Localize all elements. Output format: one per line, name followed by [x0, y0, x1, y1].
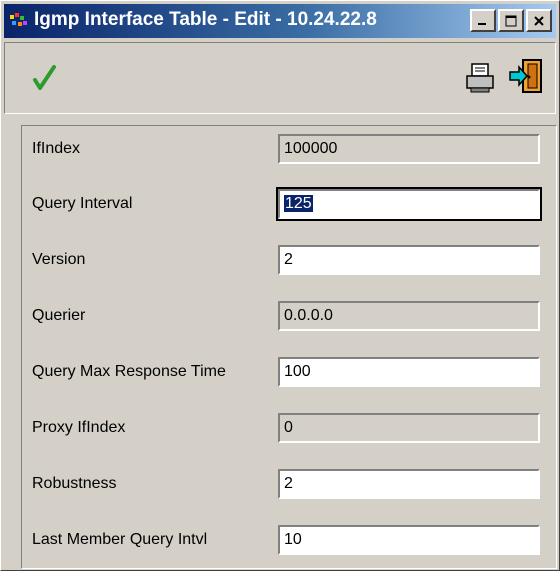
proxy-ifindex-label: Proxy IfIndex [32, 419, 126, 436]
form-row-query-max-response-time: Query Max Response Time 100 [22, 357, 556, 389]
query-max-response-time-label: Query Max Response Time [32, 363, 226, 380]
minimize-icon [478, 22, 486, 25]
close-button[interactable] [526, 9, 552, 32]
maximize-button[interactable] [498, 9, 524, 32]
window-controls [468, 9, 552, 33]
exit-door-icon[interactable] [507, 57, 547, 97]
maximize-icon [505, 15, 517, 26]
last-member-query-intvl-label: Last Member Query Intvl [32, 531, 208, 548]
query-interval-field[interactable]: 125 [276, 187, 542, 221]
form-row-robustness: Robustness 2 [22, 469, 556, 501]
print-icon[interactable] [463, 61, 499, 95]
apply-check-icon[interactable] [27, 61, 61, 95]
version-field[interactable]: 2 [278, 245, 540, 275]
minimize-button[interactable] [470, 9, 496, 32]
dialog-window: Igmp Interface Table - Edit - 10.24.22.8 [0, 0, 560, 571]
title-bar[interactable]: Igmp Interface Table - Edit - 10.24.22.8 [4, 4, 556, 38]
ifindex-label: IfIndex [32, 140, 81, 157]
toolbar [4, 42, 556, 114]
form-row-last-member-query-intvl: Last Member Query Intvl 10 [22, 525, 556, 557]
query-interval-value: 125 [284, 195, 313, 212]
robustness-field[interactable]: 2 [278, 469, 540, 499]
form-row-proxy-ifindex: Proxy IfIndex 0 [22, 413, 556, 445]
proxy-ifindex-field: 0 [278, 413, 540, 443]
last-member-query-intvl-field[interactable]: 10 [278, 525, 540, 555]
ifindex-field: 100000 [278, 134, 540, 164]
close-icon [534, 15, 544, 26]
window-title: Igmp Interface Table - Edit - 10.24.22.8 [34, 9, 377, 30]
form-row-querier: Querier 0.0.0.0 [22, 301, 556, 333]
robustness-label: Robustness [32, 475, 117, 492]
app-icon [10, 13, 27, 26]
query-max-response-time-field[interactable]: 100 [278, 357, 540, 387]
version-label: Version [32, 251, 86, 268]
query-interval-label: Query Interval [32, 195, 133, 212]
form-panel: IfIndex 100000 Query Interval 125 Versio… [21, 125, 557, 569]
form-row-ifindex: IfIndex 100000 [22, 134, 556, 166]
form-row-version: Version 2 [22, 245, 556, 277]
querier-label: Querier [32, 307, 86, 324]
form-row-query-interval: Query Interval 125 [22, 187, 556, 221]
querier-field: 0.0.0.0 [278, 301, 540, 331]
